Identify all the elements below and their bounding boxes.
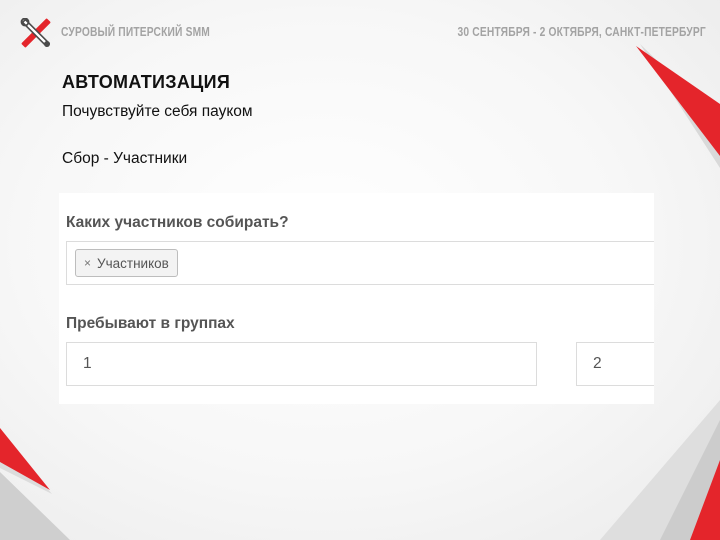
collect-members-label: Каких участников собирать? (66, 214, 289, 231)
slide-subtitle: Почувствуйте себя пауком (62, 103, 253, 120)
brand-name: СУРОВЫЙ ПИТЕРСКИЙ SMM (61, 25, 210, 39)
groups-max-input[interactable]: 2 (576, 342, 654, 386)
groups-max-value: 2 (593, 355, 602, 372)
collect-members-form: Каких участников собирать? × Участников … (59, 193, 654, 404)
member-tag: × Участников (75, 249, 178, 277)
event-dates: 30 СЕНТЯБРЯ - 2 ОКТЯБРЯ, САНКТ-ПЕТЕРБУРГ (457, 25, 706, 39)
groups-label: Пребывают в группах (66, 315, 235, 332)
groups-min-input[interactable]: 1 (66, 342, 537, 386)
groups-min-value: 1 (83, 355, 92, 372)
member-tag-label: Участников (97, 255, 169, 271)
section-heading: Сбор - Участники (62, 150, 188, 167)
member-type-select[interactable]: × Участников (66, 241, 654, 285)
slide-title: АВТОМАТИЗАЦИЯ (62, 72, 231, 92)
remove-tag-icon[interactable]: × (84, 256, 91, 270)
crossed-tools-logo-icon (20, 18, 51, 48)
